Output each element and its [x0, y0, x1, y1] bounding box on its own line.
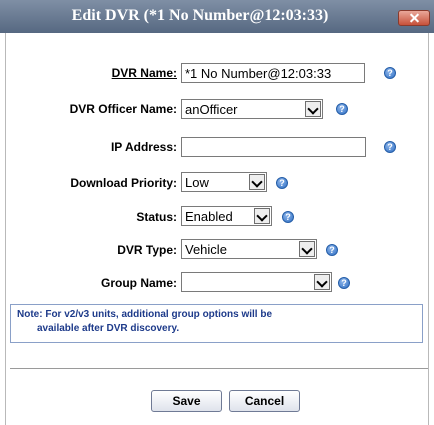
- dvr-type-label: DVR Type:: [117, 243, 177, 257]
- status-label: Status:: [136, 210, 177, 224]
- edit-dvr-dialog: Edit DVR (*1 No Number@12:03:33) DVR Nam…: [0, 0, 434, 425]
- status-value: Enabled: [185, 209, 233, 224]
- close-icon[interactable]: [398, 10, 430, 26]
- chevron-down-icon[interactable]: [305, 101, 321, 117]
- dvr-name-label: DVR Name:: [111, 66, 177, 80]
- dvr-type-select[interactable]: Vehicle: [181, 239, 317, 259]
- dvr-name-input[interactable]: *1 No Number@12:03:33: [181, 63, 365, 83]
- ip-address-label: IP Address:: [110, 140, 177, 154]
- chevron-down-icon[interactable]: [299, 241, 315, 257]
- dvr-officer-name-select[interactable]: anOfficer: [181, 99, 323, 119]
- download-priority-value: Low: [185, 175, 209, 190]
- dialog-title: Edit DVR (*1 No Number@12:03:33): [71, 7, 329, 24]
- chevron-down-icon[interactable]: [254, 208, 270, 224]
- group-name-label: Group Name:: [100, 276, 177, 290]
- group-options-note: Note: For v2/v3 units, additional group …: [10, 304, 423, 343]
- help-icon[interactable]: ?: [338, 277, 350, 289]
- ip-address-input[interactable]: [181, 137, 366, 157]
- dvr-officer-name-value: anOfficer: [185, 102, 238, 117]
- download-priority-label: Download Priority:: [70, 176, 177, 190]
- dvr-type-value: Vehicle: [185, 242, 227, 257]
- dialog-body: [5, 33, 429, 425]
- group-name-select[interactable]: [181, 272, 332, 292]
- help-icon[interactable]: ?: [282, 211, 294, 223]
- help-icon[interactable]: ?: [384, 67, 396, 79]
- note-line-1: Note: For v2/v3 units, additional group …: [17, 309, 273, 320]
- save-button[interactable]: Save: [151, 390, 222, 412]
- dvr-officer-name-label: DVR Officer Name:: [69, 102, 177, 116]
- chevron-down-icon[interactable]: [314, 274, 330, 290]
- title-bar[interactable]: Edit DVR (*1 No Number@12:03:33): [0, 0, 434, 33]
- help-icon[interactable]: ?: [276, 177, 288, 189]
- status-select[interactable]: Enabled: [181, 206, 272, 226]
- note-line-2: available after DVR discovery.: [37, 323, 180, 334]
- help-icon[interactable]: ?: [336, 103, 348, 115]
- divider: [10, 368, 428, 369]
- download-priority-select[interactable]: Low: [181, 172, 267, 192]
- chevron-down-icon[interactable]: [249, 174, 265, 190]
- cancel-button[interactable]: Cancel: [229, 390, 300, 412]
- help-icon[interactable]: ?: [326, 244, 338, 256]
- help-icon[interactable]: ?: [384, 141, 396, 153]
